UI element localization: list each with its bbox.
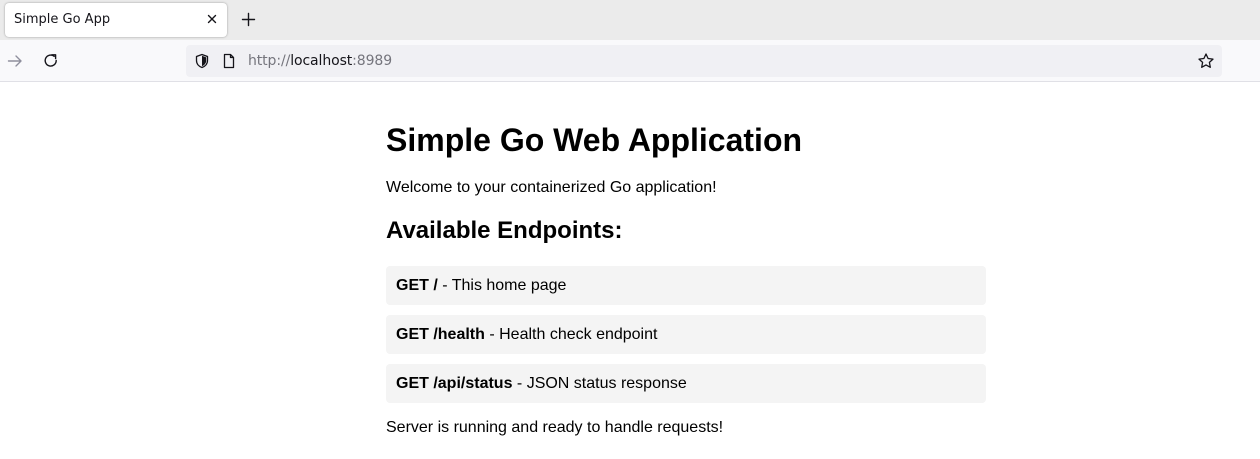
endpoint-item: GET / - This home page [386,266,986,305]
star-icon[interactable] [1197,52,1215,70]
page-title: Simple Go Web Application [386,122,803,158]
address-bar[interactable]: http://localhost:8989 [186,45,1222,77]
reload-icon[interactable] [42,52,60,70]
endpoint-item: GET /api/status - JSON status response [386,364,986,403]
server-status-message: Server is running and ready to handle re… [386,419,724,436]
close-icon[interactable] [204,11,220,27]
url-text[interactable]: http://localhost:8989 [248,53,392,69]
welcome-message: Welcome to your containerized Go applica… [386,179,717,196]
plus-icon[interactable] [240,11,257,28]
endpoint-route: GET /health [396,326,485,343]
arrow-right-icon[interactable] [6,52,24,70]
endpoints-heading: Available Endpoints: [386,217,623,244]
url-scheme: http:// [248,53,291,69]
endpoint-description: - Health check endpoint [484,326,658,343]
shield-icon[interactable] [194,53,210,69]
endpoint-item: GET /health - Health check endpoint [386,315,986,354]
tab-title: Simple Go App [14,12,111,27]
endpoint-description: - This home page [437,277,567,294]
endpoint-description: - JSON status response [512,375,687,392]
endpoint-route: GET /api/status [396,375,513,392]
navigation-toolbar: http://localhost:8989 [0,40,1260,82]
tab-strip: Simple Go App [0,0,1260,40]
page-icon [221,53,237,69]
tab-simple-go-app[interactable]: Simple Go App [5,3,227,37]
url-host: localhost [290,53,353,69]
endpoint-route: GET / [396,277,438,294]
url-port: :8989 [352,53,393,69]
